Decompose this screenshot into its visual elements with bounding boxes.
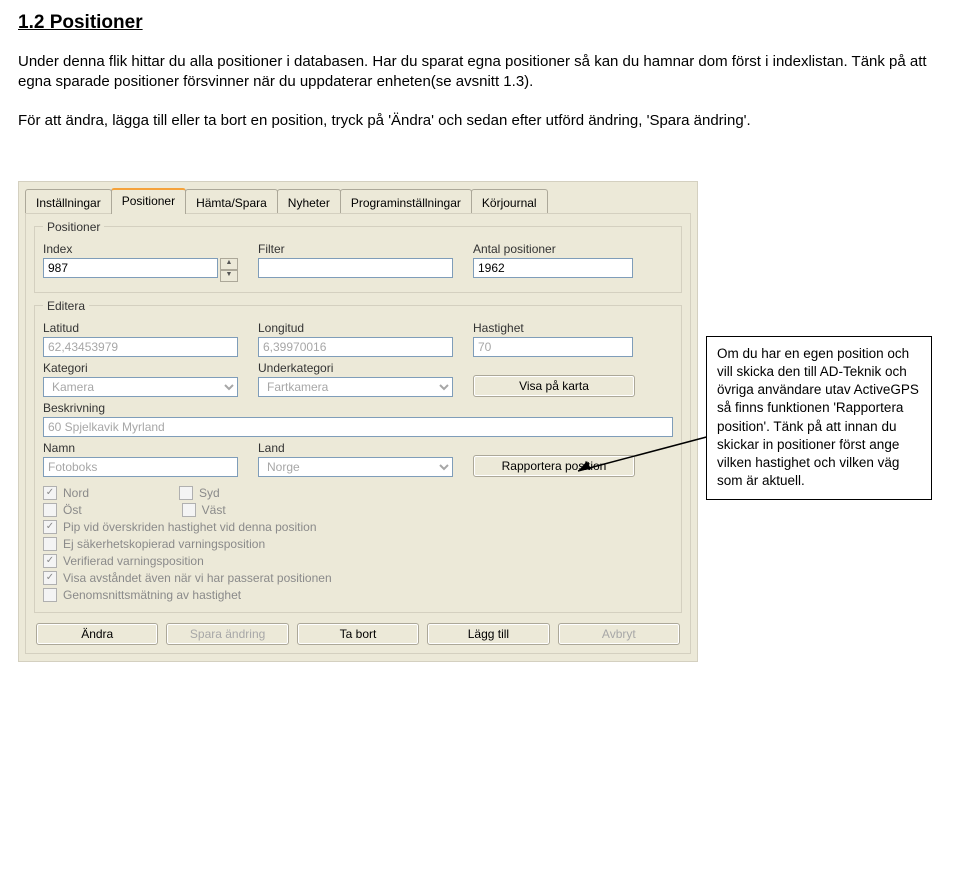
namn-input[interactable] [43,457,238,477]
tab-korjournal[interactable]: Körjournal [471,189,548,214]
index-input[interactable] [43,258,218,278]
genomsnitt-label: Genomsnittsmätning av hastighet [63,588,241,602]
nord-label: Nord [63,486,89,500]
tab-positioner[interactable]: Positioner [111,188,186,214]
tab-nyheter[interactable]: Nyheter [277,189,341,214]
verifierad-checkbox[interactable] [43,554,57,568]
editera-group: Editera Latitud Longitud Hastighet [34,299,682,613]
positioner-legend: Positioner [43,220,104,234]
kategori-label: Kategori [43,361,238,375]
filter-label: Filter [258,242,453,256]
ost-checkbox[interactable] [43,503,57,517]
underkategori-select[interactable]: Fartkamera [258,377,453,397]
underkategori-label: Underkategori [258,361,453,375]
spinner-up-icon[interactable]: ▲ [220,258,238,270]
avbryt-button[interactable]: Avbryt [558,623,680,645]
land-select[interactable]: Norge [258,457,453,477]
vast-checkbox[interactable] [182,503,196,517]
longitud-label: Longitud [258,321,453,335]
latitud-label: Latitud [43,321,238,335]
beskrivning-input[interactable] [43,417,673,437]
callout-box: Om du har en egen position och vill skic… [706,336,932,500]
tab-bar: Inställningar Positioner Hämta/Spara Nyh… [19,182,697,214]
checkbox-area: Nord Syd Öst [43,483,673,602]
tab-hamta-spara[interactable]: Hämta/Spara [185,189,278,214]
screenshot-wrapper: Inställningar Positioner Hämta/Spara Nyh… [18,181,942,662]
syd-checkbox[interactable] [179,486,193,500]
spinner-down-icon[interactable]: ▼ [220,270,238,282]
kategori-select[interactable]: Kamera [43,377,238,397]
genomsnitt-checkbox[interactable] [43,588,57,602]
hastighet-label: Hastighet [473,321,633,335]
ej-checkbox[interactable] [43,537,57,551]
section-heading: 1.2 Positioner [18,12,942,34]
lagg-till-button[interactable]: Lägg till [427,623,549,645]
bottom-button-row: Ändra Spara ändring Ta bort Lägg till Av… [26,617,690,647]
visa-avst-label: Visa avståndet även när vi har passerat … [63,571,332,585]
nord-checkbox[interactable] [43,486,57,500]
beskrivning-label: Beskrivning [43,401,673,415]
filter-input[interactable] [258,258,453,278]
antal-input[interactable] [473,258,633,278]
rapportera-position-button[interactable]: Rapportera position [473,455,635,477]
positioner-group: Positioner Index ▲ ▼ [34,220,682,293]
spara-andring-button[interactable]: Spara ändring [166,623,288,645]
hastighet-input[interactable] [473,337,633,357]
ej-label: Ej säkerhetskopierad varningsposition [63,537,265,551]
tab-programinstallningar[interactable]: Programinställningar [340,189,472,214]
intro-paragraph-2: För att ändra, lägga till eller ta bort … [18,111,942,131]
intro-paragraph-1: Under denna flik hittar du alla position… [18,52,942,93]
latitud-input[interactable] [43,337,238,357]
editera-legend: Editera [43,299,89,313]
syd-label: Syd [199,486,220,500]
index-spinner[interactable]: ▲ ▼ [220,258,238,282]
index-label: Index [43,242,238,256]
pip-label: Pip vid överskriden hastighet vid denna … [63,520,317,534]
namn-label: Namn [43,441,238,455]
ost-label: Öst [63,503,82,517]
andra-button[interactable]: Ändra [36,623,158,645]
land-label: Land [258,441,453,455]
longitud-input[interactable] [258,337,453,357]
visa-avst-checkbox[interactable] [43,571,57,585]
verifierad-label: Verifierad varningsposition [63,554,204,568]
pip-checkbox[interactable] [43,520,57,534]
antal-label: Antal positioner [473,242,633,256]
app-window: Inställningar Positioner Hämta/Spara Nyh… [18,181,698,662]
ta-bort-button[interactable]: Ta bort [297,623,419,645]
vast-label: Väst [202,503,226,517]
tab-installningar[interactable]: Inställningar [25,189,112,214]
tab-panel: Positioner Index ▲ ▼ [25,213,691,654]
visa-pa-karta-button[interactable]: Visa på karta [473,375,635,397]
